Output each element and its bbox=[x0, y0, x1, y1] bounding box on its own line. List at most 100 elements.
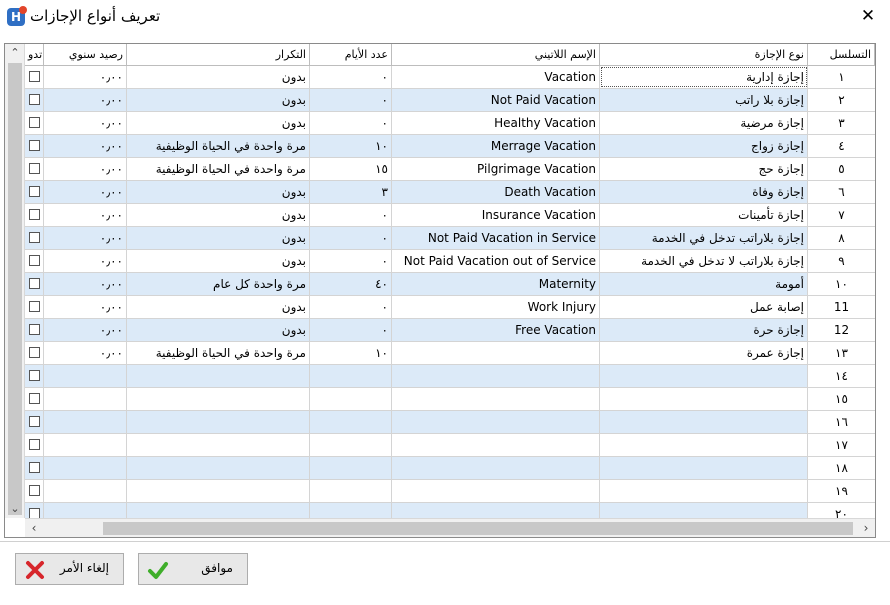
cell-latin-name[interactable]: Free Vacation bbox=[392, 319, 600, 341]
table-row[interactable]: ١٧ bbox=[25, 434, 875, 457]
cell-vacation-type[interactable]: إجازة بلاراتب تدخل في الخدمة bbox=[600, 227, 808, 249]
table-row[interactable]: ١٩ bbox=[25, 480, 875, 503]
cell-days[interactable] bbox=[310, 411, 392, 433]
row-checkbox[interactable] bbox=[28, 416, 40, 427]
table-row[interactable]: ١٥ bbox=[25, 388, 875, 411]
cell-repeat[interactable]: بدون bbox=[127, 66, 310, 88]
cell-sequence[interactable]: ١٠ bbox=[808, 273, 875, 295]
cell-repeat[interactable] bbox=[127, 411, 310, 433]
cell-sequence[interactable]: ٤ bbox=[808, 135, 875, 157]
cell-sequence[interactable]: ١ bbox=[808, 66, 875, 88]
cell-latin-name[interactable]: Maternity bbox=[392, 273, 600, 295]
cell-repeat[interactable]: مرة واحدة في الحياة الوظيفية bbox=[127, 135, 310, 157]
cell-days[interactable]: ٠ bbox=[310, 89, 392, 111]
table-row[interactable]: ٠٫٠٠ بدون ٠ Not Paid Vacation in Service إجا… bbox=[25, 227, 875, 250]
cell-vacation-type[interactable]: إصابة عمل bbox=[600, 296, 808, 318]
horizontal-scroll-thumb[interactable] bbox=[103, 522, 853, 535]
cell-vacation-type[interactable] bbox=[600, 365, 808, 387]
cell-repeat[interactable]: مرة واحدة في الحياة الوظيفية bbox=[127, 342, 310, 364]
cell-days[interactable] bbox=[310, 503, 392, 518]
close-button[interactable]: ✕ bbox=[854, 4, 882, 28]
row-checkbox[interactable] bbox=[28, 439, 40, 450]
row-checkbox[interactable] bbox=[28, 324, 40, 335]
cell-vacation-type[interactable]: إجازة بلاراتب لا تدخل في الخدمة bbox=[600, 250, 808, 272]
cell-latin-name[interactable]: Pilgrimage Vacation bbox=[392, 158, 600, 180]
cell-sequence[interactable]: ٢٠ bbox=[808, 503, 875, 518]
cell-days[interactable] bbox=[310, 365, 392, 387]
cell-repeat[interactable] bbox=[127, 434, 310, 456]
cell-balance[interactable]: ٠٫٠٠ bbox=[44, 135, 127, 157]
cell-balance[interactable] bbox=[44, 411, 127, 433]
cell-latin-name[interactable]: Not Paid Vacation out of Service bbox=[392, 250, 600, 272]
row-checkbox[interactable] bbox=[28, 508, 40, 518]
cell-repeat[interactable]: بدون bbox=[127, 319, 310, 341]
table-row[interactable]: ٢٠ bbox=[25, 503, 875, 518]
cell-latin-name[interactable]: Merrage Vacation bbox=[392, 135, 600, 157]
cell-balance[interactable]: ٠٫٠٠ bbox=[44, 204, 127, 226]
cell-balance[interactable]: ٠٫٠٠ bbox=[44, 273, 127, 295]
cell-sequence[interactable]: ٨ bbox=[808, 227, 875, 249]
cell-latin-name[interactable]: Work Injury bbox=[392, 296, 600, 318]
cell-vacation-type[interactable] bbox=[600, 434, 808, 456]
cell-repeat[interactable]: مرة واحدة كل عام bbox=[127, 273, 310, 295]
cell-latin-name[interactable]: Not Paid Vacation bbox=[392, 89, 600, 111]
table-row[interactable]: ٠٫٠٠ بدون ٠ Work Injury إصابة عمل 11 bbox=[25, 296, 875, 319]
cell-vacation-type[interactable] bbox=[600, 480, 808, 502]
cell-repeat[interactable]: بدون bbox=[127, 227, 310, 249]
cell-days[interactable]: ٠ bbox=[310, 227, 392, 249]
table-row[interactable]: ١٦ bbox=[25, 411, 875, 434]
row-checkbox[interactable] bbox=[28, 278, 40, 289]
table-row[interactable]: ٠٫٠٠ مرة واحدة في الحياة الوظيفية ١٠ إجازة … bbox=[25, 342, 875, 365]
table-row[interactable]: ٠٫٠٠ بدون ٣ Death Vacation إجازة وفاة ٦ bbox=[25, 181, 875, 204]
cell-balance[interactable] bbox=[44, 365, 127, 387]
cell-vacation-type[interactable]: أمومة bbox=[600, 273, 808, 295]
cell-vacation-type[interactable]: إجازة عمرة bbox=[600, 342, 808, 364]
cell-days[interactable]: ٠ bbox=[310, 250, 392, 272]
cell-days[interactable]: ١٥ bbox=[310, 158, 392, 180]
cell-sequence[interactable]: ٧ bbox=[808, 204, 875, 226]
cell-vacation-type[interactable] bbox=[600, 503, 808, 518]
cell-repeat[interactable]: بدون bbox=[127, 250, 310, 272]
cell-repeat[interactable]: بدون bbox=[127, 296, 310, 318]
scroll-down-icon[interactable]: ⌄ bbox=[5, 500, 25, 518]
cell-vacation-type[interactable]: إجازة وفاة bbox=[600, 181, 808, 203]
cell-repeat[interactable]: بدون bbox=[127, 112, 310, 134]
table-row[interactable]: ١٤ bbox=[25, 365, 875, 388]
cell-sequence[interactable]: ٦ bbox=[808, 181, 875, 203]
cell-repeat[interactable]: بدون bbox=[127, 181, 310, 203]
cell-balance[interactable]: ٠٫٠٠ bbox=[44, 296, 127, 318]
scroll-left-icon[interactable]: ‹ bbox=[25, 519, 43, 537]
vertical-scroll-thumb[interactable] bbox=[8, 63, 22, 515]
cell-vacation-type[interactable] bbox=[600, 388, 808, 410]
cancel-button[interactable]: إلغاء الأمر bbox=[15, 553, 124, 585]
cell-sequence[interactable]: ٩ bbox=[808, 250, 875, 272]
cell-sequence[interactable]: 12 bbox=[808, 319, 875, 341]
cell-vacation-type[interactable]: إجازة بلا راتب bbox=[600, 89, 808, 111]
row-checkbox[interactable] bbox=[28, 462, 40, 473]
cell-balance[interactable]: ٠٫٠٠ bbox=[44, 89, 127, 111]
cell-sequence[interactable]: ١٥ bbox=[808, 388, 875, 410]
cell-sequence[interactable]: ١٧ bbox=[808, 434, 875, 456]
cell-balance[interactable]: ٠٫٠٠ bbox=[44, 227, 127, 249]
cell-days[interactable]: ٠ bbox=[310, 296, 392, 318]
cell-repeat[interactable] bbox=[127, 457, 310, 479]
cell-days[interactable] bbox=[310, 434, 392, 456]
cell-days[interactable]: ٠ bbox=[310, 66, 392, 88]
table-row[interactable]: ٠٫٠٠ بدون ٠ Insurance Vacation إجازة تأمينات… bbox=[25, 204, 875, 227]
cell-vacation-type[interactable]: إجازة تأمينات bbox=[600, 204, 808, 226]
cell-repeat[interactable] bbox=[127, 480, 310, 502]
table-row[interactable]: ٠٫٠٠ بدون ٠ Free Vacation إجازة حرة 12 bbox=[25, 319, 875, 342]
cell-latin-name[interactable] bbox=[392, 457, 600, 479]
cell-sequence[interactable]: ١٦ bbox=[808, 411, 875, 433]
vertical-scrollbar[interactable]: ⌃ ⌄ bbox=[5, 44, 25, 518]
row-checkbox[interactable] bbox=[28, 94, 40, 105]
row-checkbox[interactable] bbox=[28, 209, 40, 220]
cell-latin-name[interactable] bbox=[392, 411, 600, 433]
column-header-repeat[interactable]: التكرار bbox=[127, 44, 310, 65]
cell-vacation-type[interactable]: إجازة حرة bbox=[600, 319, 808, 341]
cell-vacation-type[interactable] bbox=[600, 457, 808, 479]
cell-days[interactable]: ٤٠ bbox=[310, 273, 392, 295]
cell-vacation-type[interactable]: إجازة حج bbox=[600, 158, 808, 180]
cell-days[interactable]: ١٠ bbox=[310, 135, 392, 157]
cell-latin-name[interactable]: Insurance Vacation bbox=[392, 204, 600, 226]
